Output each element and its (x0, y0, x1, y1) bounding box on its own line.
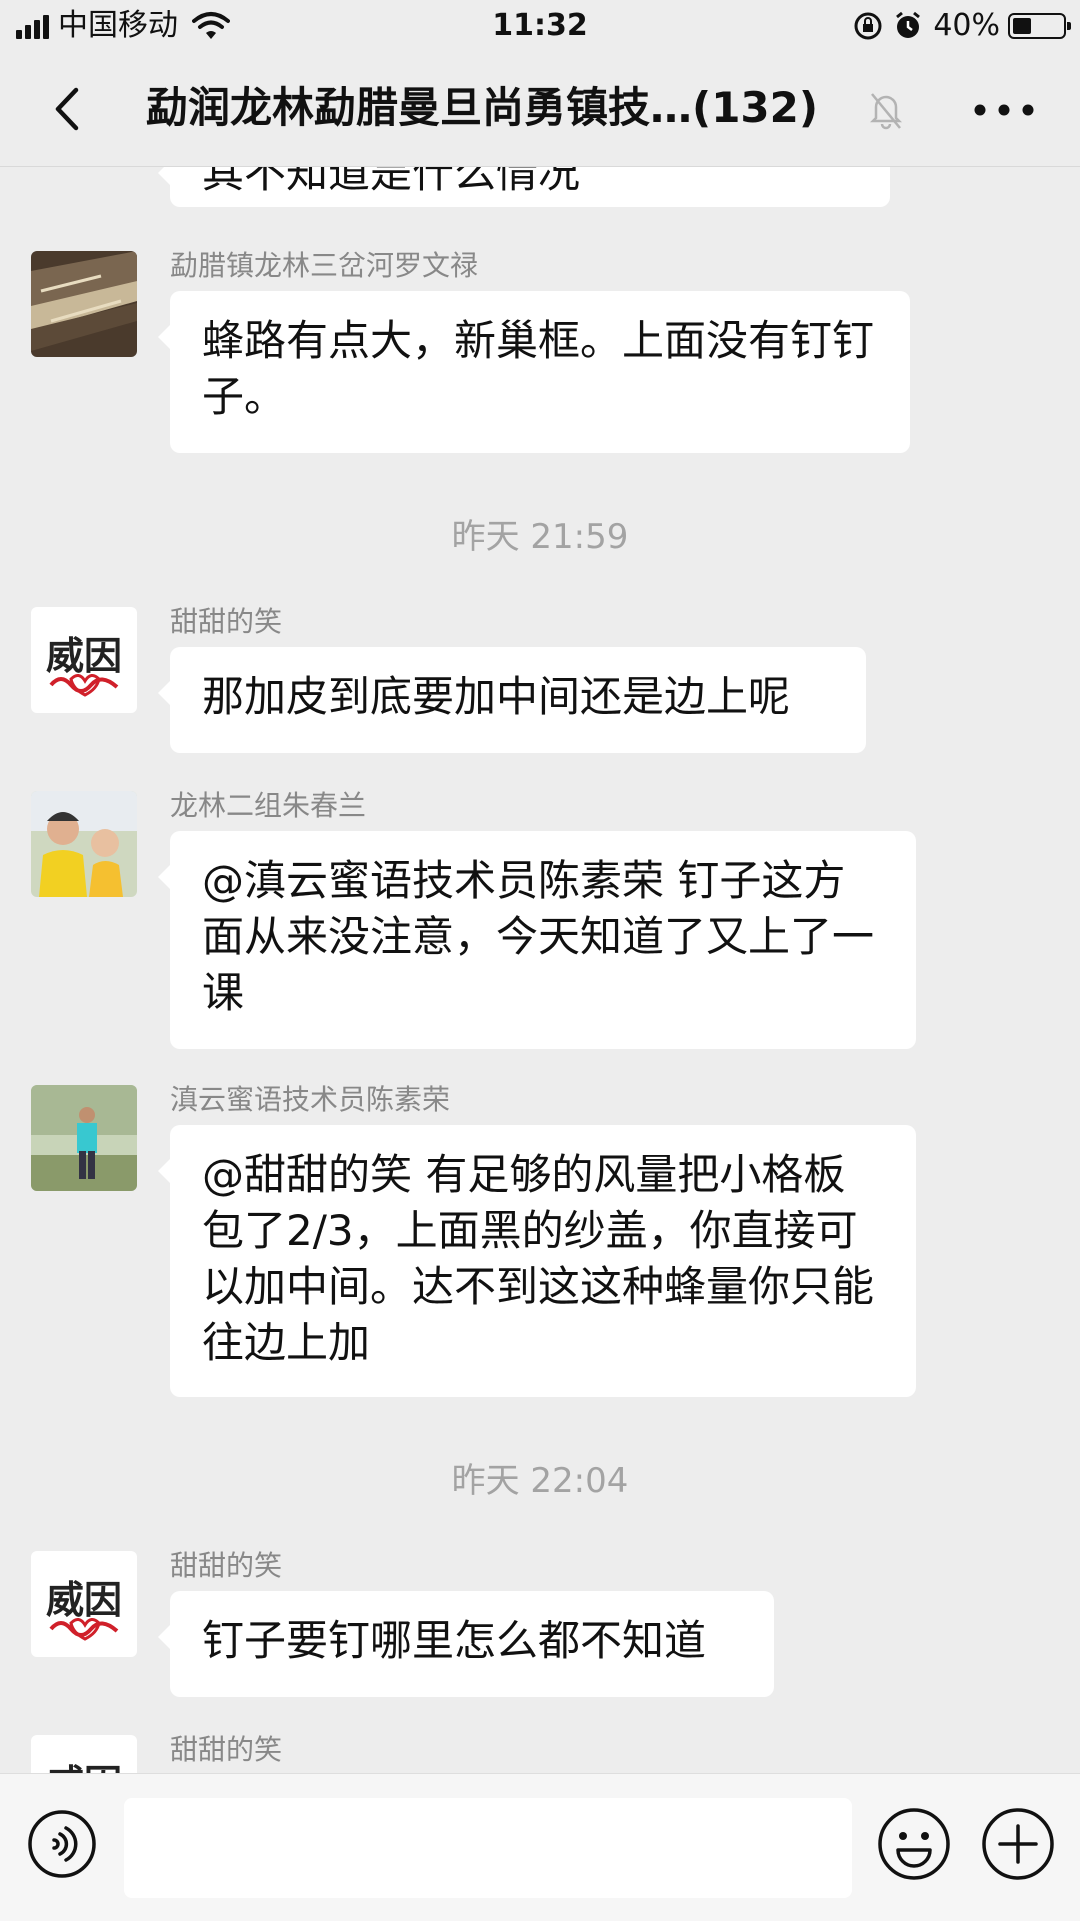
message-text: @滇云蜜语技术员陈素荣 钉子这方面从来没注意，今天知道了又上了一课 (202, 856, 875, 1017)
chat-area[interactable]: 其不知道是什么情况 勐腊镇龙林三岔河罗文禄 蜂路有点大，新巢框。上面没有钉钉子。… (0, 167, 1080, 1773)
status-right: 40% (853, 8, 1071, 44)
bell-off-icon (869, 93, 903, 130)
message-bubble[interactable]: @滇云蜜语技术员陈素荣 钉子这方面从来没注意，今天知道了又上了一课 (158, 831, 916, 1049)
sender-name: 滇云蜜语技术员陈素荣 (170, 1083, 451, 1116)
sender-name: 甜甜的笑 (170, 1733, 283, 1766)
sender-name: 勐腊镇龙林三岔河罗文禄 (170, 249, 479, 282)
avatar[interactable]: 威因 (31, 1551, 137, 1657)
photo-avatar-image (31, 1085, 137, 1191)
message-text: 钉子要钉哪里怎么都不知道 (202, 1616, 707, 1665)
rotation-lock-icon (854, 12, 882, 40)
nav-bar: 勐润龙林勐腊曼旦尚勇镇技… (132) (0, 52, 1080, 167)
avatar[interactable]: 威因 (31, 1735, 137, 1773)
message-bubble[interactable]: 其不知道是什么情况 (158, 167, 890, 207)
chat-title[interactable]: 勐润龙林勐腊曼旦尚勇镇技… (132) (146, 78, 866, 138)
message-text: 蜂路有点大，新巢框。上面没有钉钉子。 (202, 316, 875, 421)
battery-icon (1008, 13, 1071, 39)
avatar[interactable]: 威因 (31, 607, 137, 713)
logo-text: 威因 (46, 1761, 122, 1773)
avatar[interactable] (31, 251, 137, 357)
message-text: 那加皮到底要加中间还是边上呢 (202, 672, 791, 721)
more-button[interactable] (964, 82, 1044, 138)
time-divider: 昨天 22:04 (451, 1461, 629, 1501)
message-bubble[interactable]: 那加皮到底要加中间还是边上呢 (158, 647, 866, 753)
logo-avatar-image: 威因 (31, 1735, 137, 1773)
status-bar: 中国移动 11:32 40% (0, 0, 1080, 52)
logo-text: 威因 (46, 1577, 122, 1622)
message-text: 其不知道是什么情况 (202, 167, 581, 197)
member-count: (132) (692, 83, 819, 132)
back-button[interactable] (36, 76, 102, 142)
chat-title-text: 勐润龙林勐腊曼旦尚勇镇技… (146, 83, 693, 132)
logo-avatar-image: 威因 (31, 607, 137, 713)
message-bubble[interactable]: @甜甜的笑 有足够的风量把小格板包了2/3，上面黑的纱盖，你直接可以加中间。达不… (158, 1125, 916, 1397)
plus-button[interactable] (980, 1806, 1056, 1882)
message-bubble[interactable]: 钉子要钉哪里怎么都不知道 (158, 1591, 774, 1697)
sender-name: 龙林二组朱春兰 (170, 789, 367, 822)
message-input[interactable] (124, 1798, 852, 1898)
time-divider: 昨天 21:59 (451, 517, 629, 557)
message-text: @甜甜的笑 有足够的风量把小格板包了2/3，上面黑的纱盖，你直接可以加中间。达不… (202, 1150, 875, 1367)
voice-button[interactable] (26, 1808, 98, 1880)
sender-name: 甜甜的笑 (170, 605, 283, 638)
logo-avatar-image: 威因 (31, 1551, 137, 1657)
battery-percent: 40% (933, 8, 1000, 43)
photo-avatar-image (31, 791, 137, 897)
input-bar (0, 1773, 1080, 1921)
alarm-icon (896, 11, 921, 38)
emoji-button[interactable] (876, 1806, 952, 1882)
avatar[interactable] (31, 791, 137, 897)
message-bubble[interactable]: 蜂路有点大，新巢框。上面没有钉钉子。 (158, 291, 910, 453)
wood-avatar-image (31, 251, 137, 357)
avatar[interactable] (31, 1085, 137, 1191)
sender-name: 甜甜的笑 (170, 1549, 283, 1582)
logo-text: 威因 (46, 633, 122, 678)
